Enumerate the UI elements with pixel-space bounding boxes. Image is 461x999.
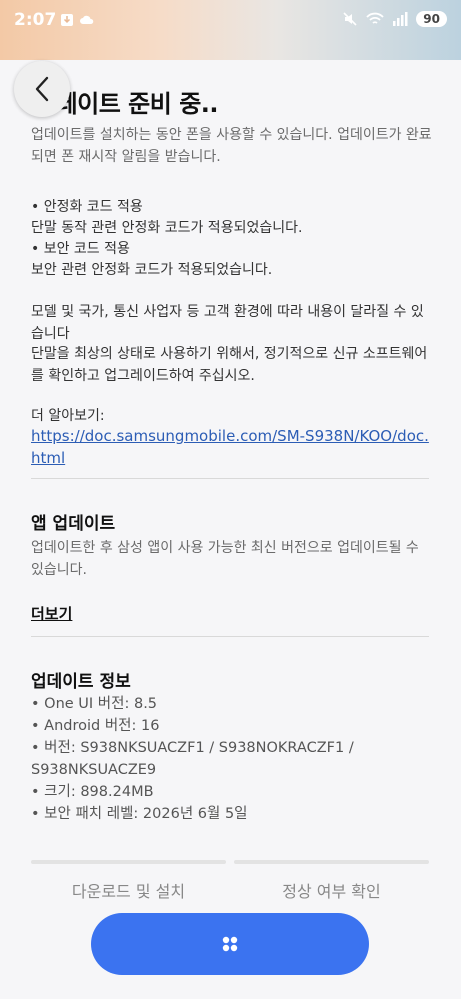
download-progress-bar bbox=[31, 860, 226, 864]
page-title: 업데이트 준비 중.. bbox=[34, 90, 219, 118]
update-info-list: • One UI 버전: 8.5 • Android 버전: 16 • 버전: … bbox=[31, 693, 431, 825]
status-time: 2:07 bbox=[14, 10, 57, 30]
download-notification-icon bbox=[61, 14, 73, 26]
update-size: • 크기: 898.24MB bbox=[31, 784, 154, 800]
update-info-title: 업데이트 정보 bbox=[31, 672, 131, 692]
oneui-version: • One UI 버전: 8.5 bbox=[31, 696, 158, 712]
wifi-icon bbox=[366, 12, 384, 24]
security-patch: • 보안 패치 레벨: 2026년 6월 5일 bbox=[31, 806, 248, 822]
note-item1-body: 단말 동작 관련 안정화 코드가 적용되었습니다. bbox=[31, 220, 303, 236]
app-update-description: 업데이트한 후 삼성 앱이 사용 가능한 최신 버전으로 업데이트될 수 있습니… bbox=[31, 540, 419, 578]
download-install-step: 다운로드 및 설치 bbox=[71, 882, 186, 901]
app-update-title: 앱 업데이트 bbox=[31, 514, 116, 534]
mute-icon bbox=[343, 12, 357, 26]
notes-recommendation: 단말을 최상의 상태로 사용하기 위해서, 정기적으로 신규 소프트웨어를 확인… bbox=[31, 346, 428, 384]
note-item2-title: • 보안 코드 적용 bbox=[31, 241, 130, 257]
build-version: • 버전: S938NKSUACZF1 / S938NOKRACZF1 / S9… bbox=[31, 740, 354, 778]
notification-icons bbox=[60, 13, 94, 27]
verify-step: 정상 여부 확인 bbox=[282, 882, 381, 901]
intro-text: 업데이트를 설치하는 동안 폰을 사용할 수 있습니다. 업데이트가 완료되면 … bbox=[31, 127, 432, 165]
note-item1-title: • 안정화 코드 적용 bbox=[31, 199, 143, 215]
notes-disclaimer: 모델 및 국가, 통신 사업자 등 고객 환경에 따라 내용이 달라질 수 있습… bbox=[31, 304, 424, 342]
note-item2-body: 보안 관련 안정화 코드가 적용되었습니다. bbox=[31, 262, 273, 278]
more-link[interactable]: 더보기 bbox=[31, 603, 72, 624]
update-action-button[interactable] bbox=[91, 913, 369, 975]
learn-more-label: 더 알아보기: bbox=[31, 408, 105, 424]
battery-level: 90 bbox=[416, 11, 447, 27]
learn-more-link[interactable]: https://doc.samsungmobile.com/SM-S938N/K… bbox=[31, 425, 433, 469]
loading-dots-icon bbox=[222, 936, 238, 952]
signal-icon bbox=[393, 12, 408, 26]
cloud-sync-icon bbox=[80, 15, 94, 24]
verify-progress-bar bbox=[234, 860, 429, 864]
android-version: • Android 버전: 16 bbox=[31, 718, 160, 734]
status-bar: 2:07 90 bbox=[0, 0, 461, 60]
divider bbox=[31, 636, 429, 637]
divider bbox=[31, 478, 429, 479]
system-icons: 90 bbox=[342, 11, 447, 27]
